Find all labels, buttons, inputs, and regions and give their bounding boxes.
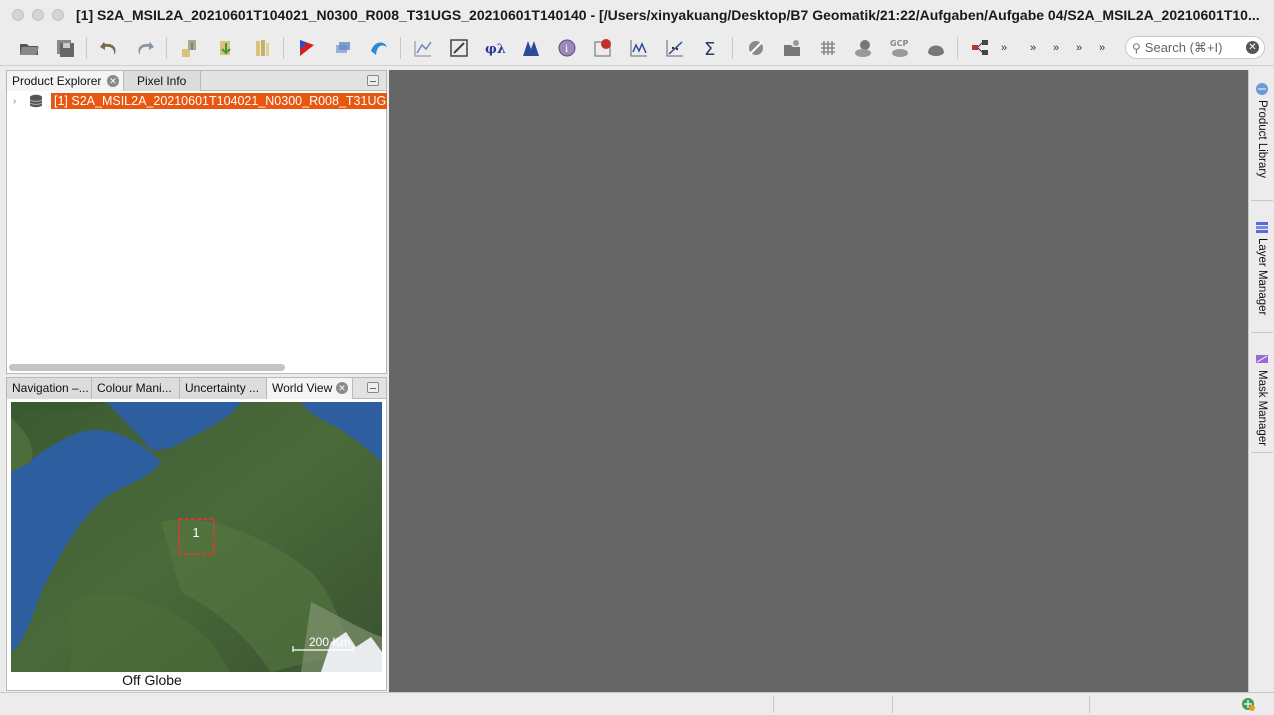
histogram-icon[interactable]: [518, 35, 544, 61]
world-view-tabbar: Navigation –... Colour Mani... Uncertain…: [7, 378, 386, 399]
world-map[interactable]: 1 200 Km: [11, 402, 382, 672]
chevron-down-icon[interactable]: »: [1071, 35, 1087, 61]
window-controls: [12, 8, 64, 21]
sidebar-item-layer-manager[interactable]: Layer Manager: [1249, 220, 1274, 315]
svg-text:Σ: Σ: [704, 39, 715, 59]
tab-label: World View: [272, 381, 333, 395]
geometry-icon[interactable]: [330, 35, 356, 61]
product-icon: [25, 94, 47, 108]
tab-navigation[interactable]: Navigation –...: [7, 378, 92, 399]
magic-wand-icon[interactable]: [366, 35, 392, 61]
product-library-icon: [1256, 83, 1268, 95]
scatter-plot-icon[interactable]: [662, 35, 688, 61]
tab-label: Product Explorer: [12, 74, 102, 88]
chevron-down-icon[interactable]: »: [996, 35, 1012, 61]
tab-product-explorer[interactable]: Product Explorer ✕: [7, 71, 124, 91]
satellite-map: 1 200 Km: [11, 402, 382, 672]
main-toolbar: φλ i Σ GCP » » » » » ⚲ Search (⌘+I) ✕: [0, 29, 1274, 66]
draw-polygon-icon[interactable]: [446, 35, 472, 61]
product-explorer-tabbar: Product Explorer ✕ Pixel Info: [7, 71, 386, 91]
draw-line-icon[interactable]: [410, 35, 436, 61]
product-library-icon[interactable]: [249, 35, 275, 61]
tree-item-label: [1] S2A_MSIL2A_20210601T104021_N0300_R00…: [51, 93, 387, 109]
layers-icon: [1256, 222, 1268, 233]
export-raster-icon[interactable]: [213, 35, 239, 61]
sidebar-item-label: Mask Manager: [1256, 370, 1268, 447]
window-title-bar: [1] S2A_MSIL2A_20210601T104021_N0300_R00…: [0, 0, 1274, 29]
gcp-icon[interactable]: GCP: [887, 35, 913, 61]
search-placeholder: Search (⌘+I): [1144, 39, 1223, 55]
graph-builder-icon[interactable]: [967, 35, 993, 61]
horizontal-scrollbar[interactable]: [9, 364, 285, 371]
tree-item-product[interactable]: › [1] S2A_MSIL2A_20210601T104021_N0300_R…: [13, 92, 387, 110]
search-field[interactable]: ⚲ Search (⌘+I) ✕: [1125, 36, 1265, 59]
world-view-panel: Navigation –... Colour Mani... Uncertain…: [6, 377, 387, 691]
minimize-window-button[interactable]: [32, 8, 44, 21]
tab-world-view[interactable]: World View ✕: [267, 378, 353, 399]
chevron-down-icon[interactable]: »: [1094, 35, 1110, 61]
mask-icon[interactable]: [923, 35, 949, 61]
save-product-icon[interactable]: [52, 35, 78, 61]
tab-label: Colour Mani...: [97, 381, 172, 395]
zoom-window-button[interactable]: [52, 8, 64, 21]
svg-text:i: i: [565, 44, 568, 55]
sidebar-item-product-library[interactable]: Product Library: [1249, 82, 1274, 178]
sum-icon[interactable]: Σ: [698, 35, 724, 61]
globe-status: Off Globe: [122, 672, 182, 688]
status-bar: [0, 692, 1274, 715]
import-raster-icon[interactable]: [177, 35, 203, 61]
clear-search-icon[interactable]: ✕: [1246, 41, 1259, 54]
statistics-icon[interactable]: [590, 35, 616, 61]
pin-icon[interactable]: [743, 35, 769, 61]
graticule-icon[interactable]: [815, 35, 841, 61]
right-sidebar: Product Library Layer Manager Mask Manag…: [1248, 70, 1274, 692]
tab-label: Uncertainty ...: [185, 381, 260, 395]
range-finder-icon[interactable]: [851, 35, 877, 61]
product-explorer-panel: Product Explorer ✕ Pixel Info › [1] S2A_…: [6, 70, 387, 374]
product-marker-label: 1: [192, 525, 199, 540]
undo-icon[interactable]: [96, 35, 122, 61]
map-scale-label: 200 Km: [309, 635, 350, 649]
tab-uncertainty[interactable]: Uncertainty ...: [180, 378, 267, 399]
network-status-icon[interactable]: [1240, 696, 1256, 715]
sidebar-item-label: Product Library: [1256, 100, 1268, 178]
band-maths-icon[interactable]: [294, 35, 320, 61]
open-product-icon[interactable]: [16, 35, 42, 61]
close-tab-icon[interactable]: ✕: [107, 75, 119, 87]
profile-plot-icon[interactable]: [626, 35, 652, 61]
tab-label: Navigation –...: [12, 381, 89, 395]
chevron-down-icon[interactable]: »: [1025, 35, 1041, 61]
tab-colour-manipulation[interactable]: Colour Mani...: [92, 378, 180, 399]
mask-manager-icon: [1256, 355, 1268, 363]
sidebar-item-label: Layer Manager: [1256, 238, 1268, 316]
svg-text:φλ: φλ: [485, 42, 506, 57]
chevron-right-icon[interactable]: ›: [13, 96, 25, 107]
chevron-down-icon[interactable]: »: [1048, 35, 1064, 61]
tab-pixel-info[interactable]: Pixel Info: [124, 71, 201, 91]
search-icon: ⚲: [1132, 40, 1141, 55]
svg-text:GCP: GCP: [890, 39, 908, 48]
redo-icon[interactable]: [132, 35, 158, 61]
window-title: [1] S2A_MSIL2A_20210601T104021_N0300_R00…: [76, 6, 1260, 23]
close-window-button[interactable]: [12, 8, 24, 21]
tab-label: Pixel Info: [137, 74, 187, 88]
sidebar-item-mask-manager[interactable]: Mask Manager: [1249, 352, 1274, 446]
spectrum-icon[interactable]: φλ: [482, 35, 508, 61]
close-tab-icon[interactable]: ✕: [336, 382, 348, 394]
information-icon[interactable]: i: [554, 35, 580, 61]
minimize-panel-button[interactable]: [367, 382, 379, 393]
image-view-area[interactable]: [389, 70, 1248, 692]
placemark-icon[interactable]: [779, 35, 805, 61]
minimize-panel-button[interactable]: [367, 75, 379, 86]
